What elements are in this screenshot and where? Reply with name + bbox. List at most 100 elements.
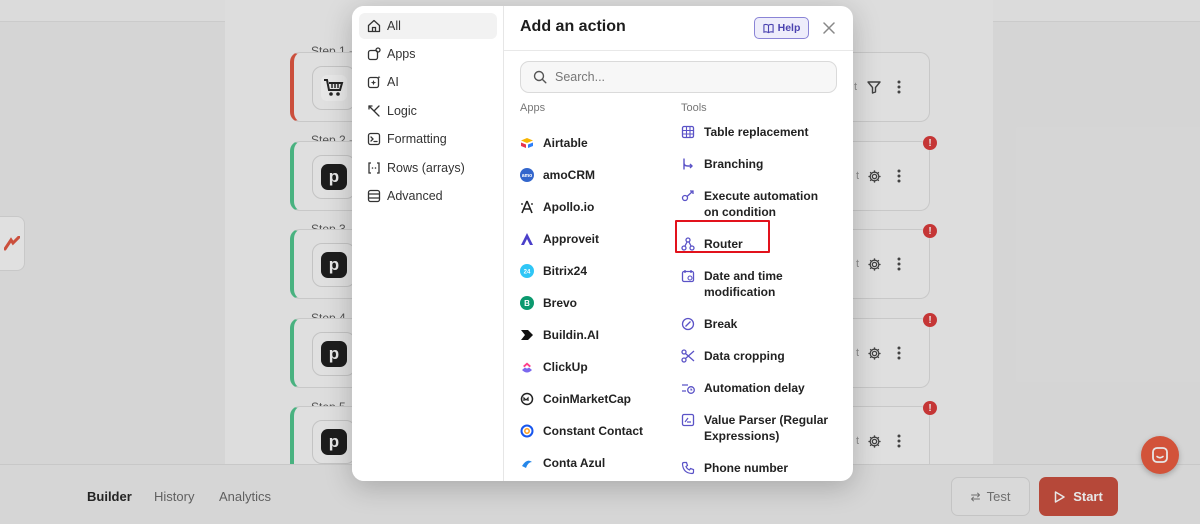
app-item-label: Airtable (543, 136, 588, 150)
svg-text:amo: amo (522, 173, 532, 179)
category-advanced[interactable]: Advanced (359, 183, 497, 209)
condition-icon (681, 189, 695, 203)
category-sidebar: All Apps AI Logic Formatting Rows (array… (352, 6, 504, 481)
constant-contact-icon (520, 424, 534, 438)
category-label: Apps (387, 47, 416, 61)
tool-item-execute-on-condition[interactable]: Execute automation on condition (681, 188, 819, 220)
book-icon (762, 23, 774, 33)
app-item-label: Conta Azul (543, 456, 606, 470)
tool-item-label: Branching (704, 157, 764, 171)
app-item-approveit[interactable]: Approveit (520, 231, 599, 247)
app-item-bitrix24[interactable]: 24 Bitrix24 (520, 263, 587, 279)
tool-item-automation-delay[interactable]: Automation delay (681, 380, 805, 396)
app-item-label: Approveit (543, 232, 600, 246)
close-button[interactable] (818, 17, 840, 39)
delay-icon (681, 381, 695, 395)
app-item-label: Buildin.AI (543, 328, 599, 342)
app-item-label: Bitrix24 (543, 264, 588, 278)
tool-item-phone-number[interactable]: Phone number (681, 460, 788, 476)
buildin-icon (520, 328, 534, 342)
bitrix24-icon: 24 (520, 264, 534, 278)
app-item-amocrm[interactable]: amo amoCRM (520, 167, 595, 183)
category-apps[interactable]: Apps (359, 41, 497, 67)
app-item-buildin[interactable]: Buildin.AI (520, 327, 599, 343)
airtable-icon (520, 136, 534, 150)
app-item-label: amoCRM (543, 168, 596, 182)
app-item-brevo[interactable]: B Brevo (520, 295, 577, 311)
router-highlight-box (675, 220, 770, 253)
app-item-constant-contact[interactable]: Constant Contact (520, 423, 643, 439)
close-icon (823, 22, 835, 34)
app-item-label: Constant Contact (543, 424, 643, 438)
tool-item-label: Data cropping (704, 349, 785, 363)
category-formatting[interactable]: Formatting (359, 126, 497, 152)
app-item-label: Brevo (543, 296, 578, 310)
tool-item-table-replacement[interactable]: Table replacement (681, 124, 808, 140)
apps-icon (367, 47, 381, 61)
svg-text:24: 24 (524, 269, 531, 275)
tool-item-date-time[interactable]: Date and time modification (681, 268, 804, 300)
tool-item-value-parser[interactable]: Value Parser (Regular Expressions) (681, 412, 829, 444)
amocrm-icon: amo (520, 168, 534, 182)
brevo-icon: B (520, 296, 534, 310)
clickup-icon (520, 360, 534, 374)
category-label: Formatting (387, 132, 447, 146)
scissors-icon (681, 349, 695, 363)
home-icon (367, 19, 381, 33)
category-all[interactable]: All (359, 13, 497, 39)
approveit-icon (520, 232, 534, 246)
category-rows-arrays[interactable]: Rows (arrays) (359, 155, 497, 181)
apps-column-title: Apps (520, 102, 546, 114)
category-logic[interactable]: Logic (359, 98, 497, 124)
regex-icon (681, 413, 695, 427)
conta-azul-icon (520, 456, 534, 470)
app-item-label: ClickUp (543, 360, 588, 374)
app-item-conta-azul[interactable]: Conta Azul (520, 455, 605, 471)
category-label: Logic (387, 104, 417, 118)
help-button[interactable]: Help (754, 17, 809, 39)
tool-item-break[interactable]: Break (681, 316, 737, 332)
phone-icon (681, 461, 695, 475)
formatting-icon (367, 132, 381, 146)
tool-item-label: Automation delay (704, 381, 805, 395)
app-item-label: CoinMarketCap (543, 392, 632, 406)
tools-column: Tools Table replacement Branching Execut… (681, 100, 851, 481)
tool-item-label: Date and time modification (704, 269, 783, 299)
category-label: Rows (arrays) (387, 161, 465, 175)
tool-item-label: Execute automation on condition (704, 189, 819, 219)
tool-item-label: Value Parser (Regular Expressions) (704, 413, 829, 443)
app-item-label: Apollo.io (543, 200, 595, 214)
array-brackets-icon (368, 162, 380, 174)
add-action-modal: All Apps AI Logic Formatting Rows (array… (352, 6, 853, 481)
search-box[interactable] (520, 61, 837, 93)
header-divider (504, 50, 853, 51)
search-input[interactable] (555, 70, 815, 84)
tool-item-data-cropping[interactable]: Data cropping (681, 348, 785, 364)
advanced-icon (367, 189, 381, 203)
apollo-icon (520, 200, 534, 214)
app-item-clickup[interactable]: ClickUp (520, 359, 588, 375)
category-label: AI (387, 75, 399, 89)
search-icon (533, 70, 547, 84)
ai-sparkle-icon (367, 75, 381, 89)
modal-title: Add an action (520, 18, 626, 35)
table-icon (681, 125, 695, 139)
apps-column: Apps Airtable amo amoCRM Apollo.io Appro… (520, 100, 670, 481)
app-item-apollo[interactable]: Apollo.io (520, 199, 594, 215)
logic-icon (368, 105, 380, 117)
tool-item-label: Table replacement (704, 125, 809, 139)
app-item-airtable[interactable]: Airtable (520, 135, 588, 151)
category-label: Advanced (387, 189, 443, 203)
calendar-icon (681, 269, 695, 283)
tool-item-label: Break (704, 317, 738, 331)
category-label: All (387, 19, 401, 33)
category-ai[interactable]: AI (359, 69, 497, 95)
break-icon (681, 317, 695, 331)
tool-item-branching[interactable]: Branching (681, 156, 763, 172)
branching-icon (681, 157, 695, 171)
svg-text:B: B (524, 299, 530, 308)
coinmarketcap-icon (520, 392, 534, 406)
app-item-coinmarketcap[interactable]: CoinMarketCap (520, 391, 631, 407)
help-button-label: Help (777, 22, 801, 34)
tool-item-label: Phone number (704, 461, 789, 475)
